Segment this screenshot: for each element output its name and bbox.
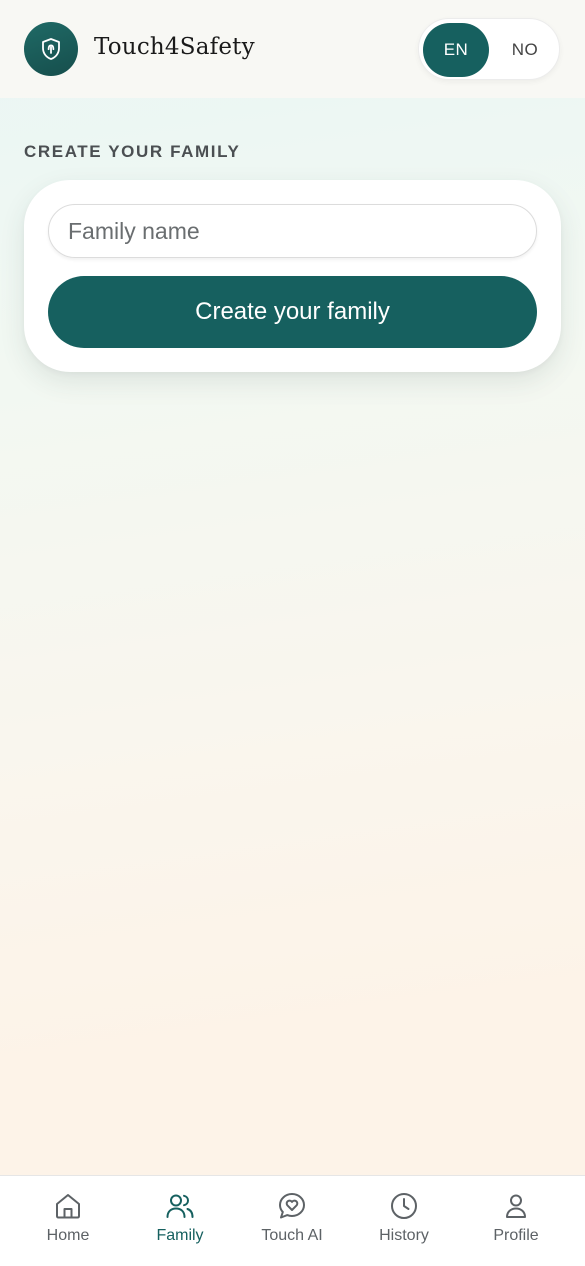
clock-icon [391,1193,417,1219]
nav-label-family: Family [156,1227,204,1244]
brand-name: Touch4Safety [94,34,255,60]
app-logo [24,22,78,76]
nav-item-history[interactable]: History [354,1176,454,1266]
nav-item-home[interactable]: Home [18,1176,118,1266]
bottom-navigation: Home Family Touch AI History Profile [0,1175,585,1266]
user-icon [506,1194,526,1218]
language-option-no[interactable]: NO [495,23,555,77]
section-title: CREATE YOUR FAMILY [24,142,241,161]
nav-item-family[interactable]: Family [130,1176,230,1266]
shield-touch-icon [42,38,60,60]
create-family-button[interactable]: Create your family [48,276,537,348]
app-header: Touch4Safety EN NO [0,0,585,98]
language-option-en[interactable]: EN [423,23,489,77]
family-name-input[interactable] [48,204,537,258]
nav-item-profile[interactable]: Profile [466,1176,566,1266]
nav-label-history: History [379,1227,429,1244]
nav-label-profile: Profile [493,1227,539,1244]
chat-heart-icon [279,1193,305,1219]
create-family-card: Create your family [24,180,561,372]
language-toggle: EN NO [418,18,560,80]
nav-label-home: Home [46,1227,90,1244]
nav-item-touch-ai[interactable]: Touch AI [242,1176,342,1266]
family-icon [166,1194,194,1218]
home-icon [56,1194,80,1219]
nav-label-touch-ai: Touch AI [261,1227,323,1244]
